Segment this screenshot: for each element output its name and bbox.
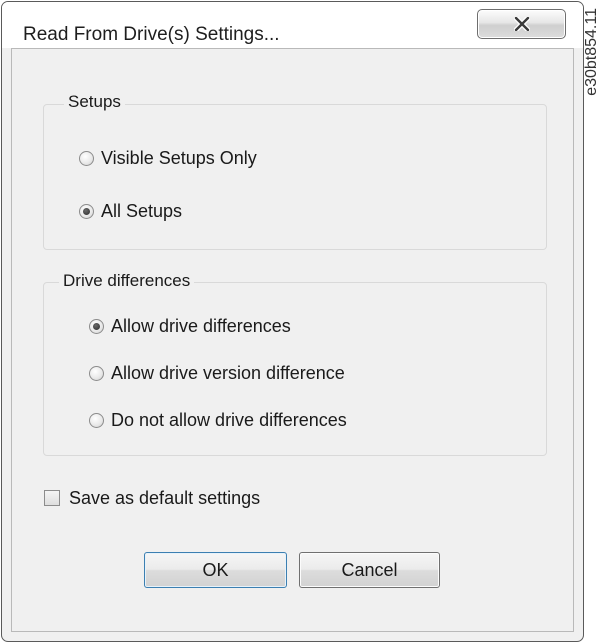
setups-group: Setups Visible Setups Only All Setups [43, 92, 547, 250]
ok-button[interactable]: OK [144, 552, 287, 588]
radio-allow-drive-differences-control[interactable] [89, 318, 104, 334]
radio-all-setups-control[interactable] [79, 203, 94, 219]
radio-all-setups-label: All Setups [101, 201, 183, 221]
window-title: Read From Drive(s) Settings... [23, 24, 280, 45]
cancel-button[interactable]: Cancel [299, 552, 440, 588]
radio-do-not-allow-drive-differences-control[interactable] [89, 412, 104, 428]
radio-visible-setups-only[interactable]: Visible Setups Only [79, 147, 257, 169]
radio-visible-setups-only-label: Visible Setups Only [101, 148, 257, 168]
radio-allow-drive-version-difference-label: Allow drive version difference [111, 363, 345, 383]
radio-allow-drive-version-difference[interactable]: Allow drive version difference [89, 362, 345, 384]
setups-group-label: Setups [64, 92, 125, 112]
radio-allow-drive-differences[interactable]: Allow drive differences [89, 315, 291, 337]
radio-allow-drive-version-difference-control[interactable] [89, 365, 104, 381]
save-default-checkbox-row[interactable]: Save as default settings [44, 487, 260, 509]
drive-differences-group: Drive differences Allow drive difference… [43, 271, 547, 456]
close-button[interactable] [477, 9, 566, 39]
drive-differences-group-label: Drive differences [59, 271, 195, 291]
radio-do-not-allow-drive-differences-label: Do not allow drive differences [111, 410, 347, 430]
save-default-label: Save as default settings [69, 488, 261, 508]
radio-visible-setups-only-control[interactable] [79, 150, 94, 166]
figure-id: e30bt854.11 [578, 8, 600, 128]
dialog-window: Read From Drive(s) Settings... Setups Vi… [1, 1, 584, 642]
page: Read From Drive(s) Settings... Setups Vi… [0, 0, 603, 644]
title-bar[interactable]: Read From Drive(s) Settings... [2, 2, 583, 48]
figure-id-text: e30bt854.11 [583, 8, 600, 96]
save-default-checkbox[interactable] [44, 490, 60, 506]
radio-allow-drive-differences-label: Allow drive differences [111, 316, 291, 336]
radio-selected-dot [83, 207, 90, 215]
dialog-body: Setups Visible Setups Only All Setups Dr… [11, 48, 574, 632]
close-x-icon [513, 17, 530, 31]
radio-selected-dot [93, 322, 100, 330]
radio-do-not-allow-drive-differences[interactable]: Do not allow drive differences [89, 409, 347, 431]
radio-all-setups[interactable]: All Setups [79, 200, 182, 222]
